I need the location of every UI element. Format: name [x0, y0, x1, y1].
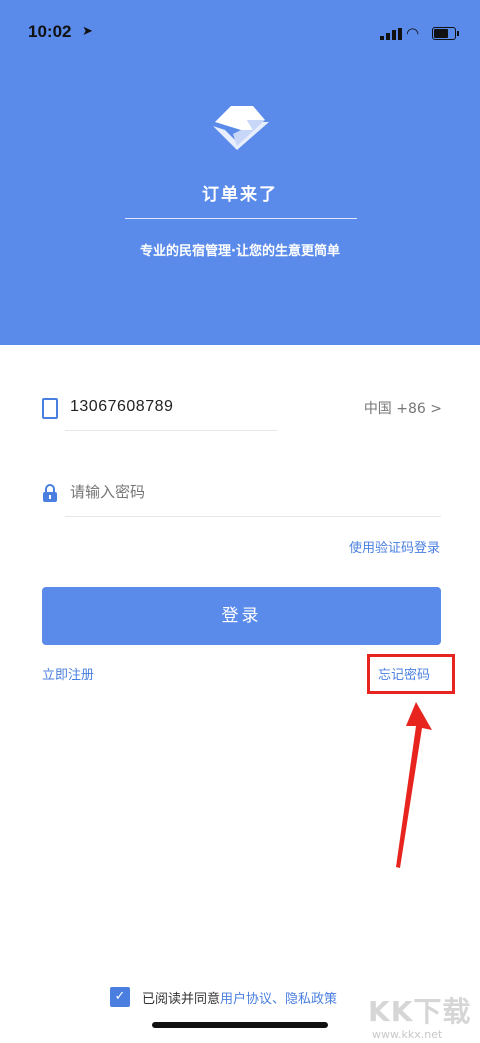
agreement-text: 已阅读并同意用户协议、隐私政策	[142, 988, 337, 1007]
wifi-icon: ◠	[406, 24, 420, 42]
highlight-box	[367, 654, 455, 694]
agreement-checkbox[interactable]: ✓	[110, 987, 130, 1007]
register-link[interactable]: 立即注册	[42, 664, 94, 683]
terms-link[interactable]: 用户协议、隐私政策	[220, 992, 337, 1007]
agreement-prefix: 已阅读并同意	[142, 992, 221, 1007]
watermark-logo: KK下载	[368, 995, 472, 1028]
app-logo	[213, 106, 269, 150]
watermark-url: www.kkx.net	[372, 1028, 443, 1041]
tagline: 专业的民宿管理·让您的生意更简单	[140, 244, 340, 259]
status-time: 10:02	[28, 22, 72, 41]
header-banner: 10:02 ➤ ◠ 订单来了 专业的民宿管理·让您的生意更简单	[0, 0, 480, 345]
password-field[interactable]	[42, 475, 442, 515]
annotation-arrow	[396, 702, 432, 868]
password-underline	[65, 516, 441, 517]
login-button[interactable]: 登录	[42, 587, 441, 645]
app-name: 订单来了	[202, 185, 278, 205]
lock-icon	[43, 484, 57, 502]
phone-field[interactable]: 13067608789 中国 +86 >	[42, 390, 442, 430]
watermark: KK下载 www.kkx.net	[368, 990, 480, 1043]
cellular-signal-icon	[380, 28, 402, 40]
password-input[interactable]	[70, 483, 370, 501]
phone-underline	[65, 430, 277, 431]
phone-input[interactable]: 13067608789	[70, 398, 173, 416]
divider	[125, 218, 357, 219]
home-indicator	[152, 1022, 328, 1028]
status-bar: 10:02 ➤ ◠	[0, 18, 480, 48]
phone-icon	[42, 398, 58, 419]
battery-icon	[432, 27, 459, 40]
location-arrow-icon: ➤	[82, 24, 93, 39]
code-login-link[interactable]: 使用验证码登录	[349, 537, 440, 556]
country-code-selector[interactable]: 中国 +86 >	[364, 398, 442, 418]
